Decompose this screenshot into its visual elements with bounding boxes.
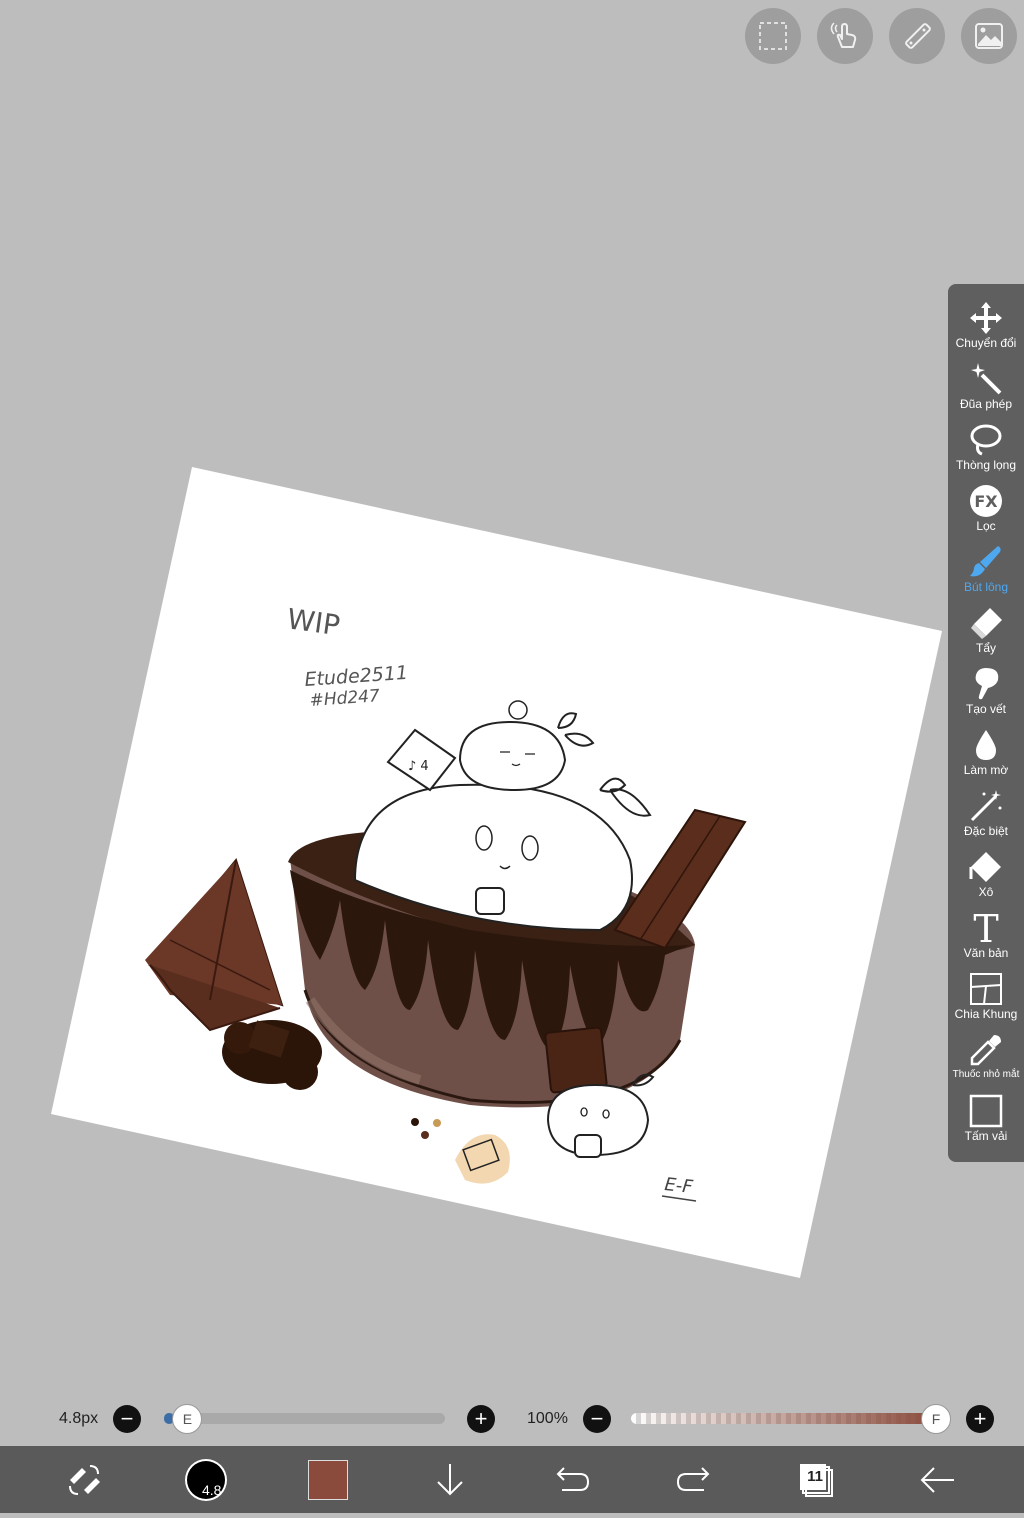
handwritten-signature: E-F	[663, 1174, 694, 1198]
tool-label: Tấm vải	[964, 1129, 1008, 1143]
opacity-slider[interactable]	[631, 1413, 938, 1424]
svg-text:♪ 4: ♪ 4	[408, 759, 429, 774]
tool-label: Chia Khung	[954, 1007, 1018, 1021]
swap-tools-icon	[69, 1465, 100, 1495]
tool-blur[interactable]: Làm mờ	[948, 717, 1024, 778]
ruler-icon	[905, 23, 931, 49]
canvas-icon	[969, 1094, 1003, 1128]
choc-dot	[411, 1118, 419, 1126]
color-swatch-button[interactable]	[306, 1458, 350, 1502]
download-icon	[437, 1464, 463, 1496]
redo-icon	[676, 1467, 710, 1491]
opacity-label: 100%	[527, 1410, 568, 1427]
selection-icon	[759, 22, 787, 50]
swap-tools-button[interactable]	[62, 1458, 106, 1502]
opacity-increase-button[interactable]: +	[966, 1405, 994, 1433]
eraser-icon	[971, 608, 1002, 639]
bucket-icon	[969, 852, 1001, 882]
color-swatch	[308, 1460, 348, 1500]
material-button[interactable]	[961, 8, 1017, 64]
redo-button[interactable]	[672, 1458, 716, 1502]
tool-brush[interactable]: Bút lông	[948, 534, 1024, 595]
download-button[interactable]	[428, 1458, 472, 1502]
back-button[interactable]	[916, 1458, 960, 1502]
hand-gesture-icon	[830, 22, 857, 48]
ruler-button[interactable]	[889, 8, 945, 64]
tool-label: Bút lông	[963, 580, 1009, 594]
text-icon: T	[973, 910, 998, 946]
layers-button[interactable]: 11	[794, 1458, 838, 1502]
svg-text:T: T	[973, 910, 998, 946]
undo-icon	[556, 1467, 590, 1491]
brush-size-slider[interactable]	[164, 1413, 445, 1424]
svg-text:FX: FX	[974, 492, 998, 511]
tool-bucket[interactable]: Xô	[948, 839, 1024, 900]
brush-size-increase-button[interactable]: +	[467, 1405, 495, 1433]
eyedropper-icon	[970, 1035, 1001, 1066]
tool-smudge[interactable]: Tạo vết	[948, 656, 1024, 717]
fx-filter-icon: FX	[970, 485, 1002, 517]
tool-eyedropper[interactable]: Thuốc nhỏ mắt	[948, 1022, 1024, 1083]
brush-size-value: 4.8	[202, 1482, 222, 1498]
brush-icon	[970, 546, 1001, 577]
move-arrows-icon	[970, 302, 1002, 334]
gesture-button[interactable]	[817, 8, 873, 64]
tool-special[interactable]: Đặc biệt	[948, 778, 1024, 839]
tool-text[interactable]: T Văn bản	[948, 900, 1024, 961]
tool-label: Thuốc nhỏ mắt	[952, 1069, 1020, 1080]
magic-wand-icon	[971, 363, 1002, 395]
tool-filter[interactable]: FX Lọc	[948, 473, 1024, 534]
tool-label: Đặc biệt	[963, 824, 1009, 838]
special-wand-icon	[970, 790, 1002, 822]
opacity-fill	[631, 1413, 938, 1424]
tool-panel: Chuyển đổi Đũa phép Thòng lọng FX Lọc Bú…	[948, 284, 1024, 1162]
tool-magic-wand[interactable]: Đũa phép	[948, 351, 1024, 412]
tool-frame-divider[interactable]: Chia Khung	[948, 961, 1024, 1022]
tool-eraser[interactable]: Tẩy	[948, 595, 1024, 656]
choc-dot	[421, 1131, 429, 1139]
smudge-icon	[975, 668, 999, 700]
opacity-decrease-button[interactable]: −	[583, 1405, 611, 1433]
frame-divider-icon	[970, 973, 1002, 1005]
layer-count: 11	[807, 1468, 823, 1485]
tool-lasso[interactable]: Thòng lọng	[948, 412, 1024, 473]
tool-canvas[interactable]: Tấm vải	[948, 1083, 1024, 1144]
tool-label: Xô	[978, 885, 994, 899]
image-material-icon	[975, 23, 1003, 49]
back-arrow-icon	[920, 1467, 954, 1493]
tool-label: Làm mờ	[963, 763, 1009, 777]
bottom-toolbar: 4.8 11	[0, 1446, 1024, 1513]
tool-label: Lọc	[976, 519, 996, 533]
artwork: WIP Etude2511 #Hd247 E-F ♪ 4	[51, 467, 942, 1278]
selection-button[interactable]	[745, 8, 801, 64]
brush-size-decrease-button[interactable]: −	[113, 1405, 141, 1433]
opacity-knob[interactable]: F	[921, 1404, 951, 1434]
tool-label: Tẩy	[975, 641, 996, 655]
tool-label: Chuyển đổi	[955, 336, 1017, 350]
drawing-canvas[interactable]: WIP Etude2511 #Hd247 E-F ♪ 4	[0, 0, 1024, 1513]
choc-dot	[433, 1119, 441, 1127]
brush-size-button[interactable]: 4.8	[184, 1458, 228, 1502]
blur-drop-icon	[976, 730, 996, 760]
brush-size-label: 4.8px	[59, 1410, 99, 1427]
tool-move[interactable]: Chuyển đổi	[948, 290, 1024, 351]
tool-label: Tạo vết	[965, 702, 1007, 716]
lasso-icon	[970, 424, 1002, 456]
undo-button[interactable]	[550, 1458, 594, 1502]
tool-label: Thòng lọng	[955, 458, 1017, 472]
tool-label: Đũa phép	[959, 397, 1013, 411]
tool-label: Văn bản	[963, 946, 1009, 960]
